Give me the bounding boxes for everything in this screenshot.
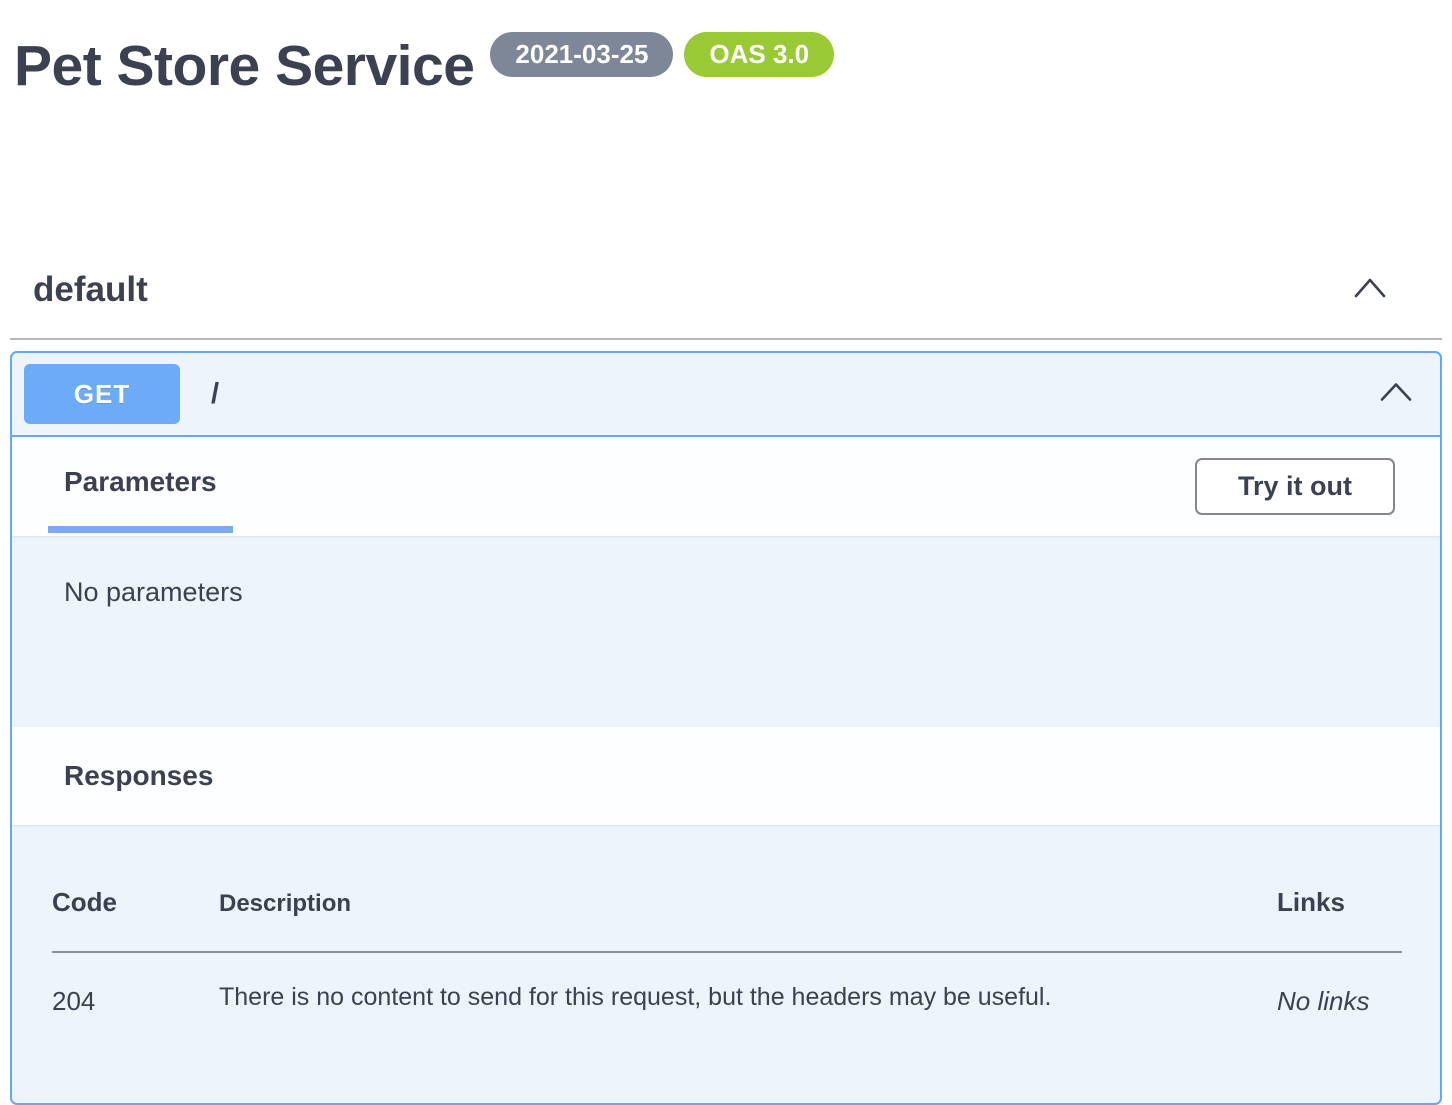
operation-path: /: [211, 378, 219, 411]
response-links-cell: No links: [1277, 952, 1402, 1079]
responses-section-header: Responses: [12, 727, 1440, 825]
chevron-up-icon[interactable]: [1352, 275, 1388, 306]
responses-header-description: Description: [219, 825, 1277, 952]
responses-table-header-row: Code Description Links: [52, 825, 1402, 952]
table-row: 204 There is no content to send for this…: [52, 952, 1402, 1079]
badge-group: 2021-03-25 OAS 3.0: [490, 32, 834, 77]
page-title: Pet Store Service: [14, 29, 474, 103]
opblock-get-root: GET / Parameters Try it out No parameter…: [10, 351, 1442, 1105]
tag-section-title: default: [33, 270, 148, 310]
chevron-up-icon[interactable]: [1379, 380, 1413, 409]
responses-header-links: Links: [1277, 825, 1402, 952]
try-it-out-button[interactable]: Try it out: [1195, 458, 1395, 515]
response-code-cell: 204: [52, 952, 219, 1079]
responses-header-code: Code: [52, 825, 219, 952]
responses-table: Code Description Links 204 There is no c…: [52, 825, 1402, 1079]
no-parameters-message: No parameters: [64, 577, 243, 607]
operation-summary[interactable]: GET /: [12, 353, 1440, 437]
parameters-section-header: Parameters Try it out: [12, 437, 1440, 536]
responses-title: Responses: [64, 760, 213, 792]
parameters-tab-label: Parameters: [64, 466, 217, 498]
parameters-body: No parameters: [12, 536, 1440, 727]
version-badge: 2021-03-25: [490, 32, 673, 77]
tab-parameters[interactable]: Parameters: [48, 437, 233, 533]
responses-body: Code Description Links 204 There is no c…: [12, 825, 1440, 1103]
response-description-cell: There is no content to send for this req…: [219, 952, 1277, 1079]
oas-version-badge: OAS 3.0: [684, 32, 834, 77]
page-header: Pet Store Service 2021-03-25 OAS 3.0: [0, 0, 1452, 103]
tag-section-header-default[interactable]: default: [10, 242, 1442, 340]
http-method-button[interactable]: GET: [24, 364, 180, 424]
